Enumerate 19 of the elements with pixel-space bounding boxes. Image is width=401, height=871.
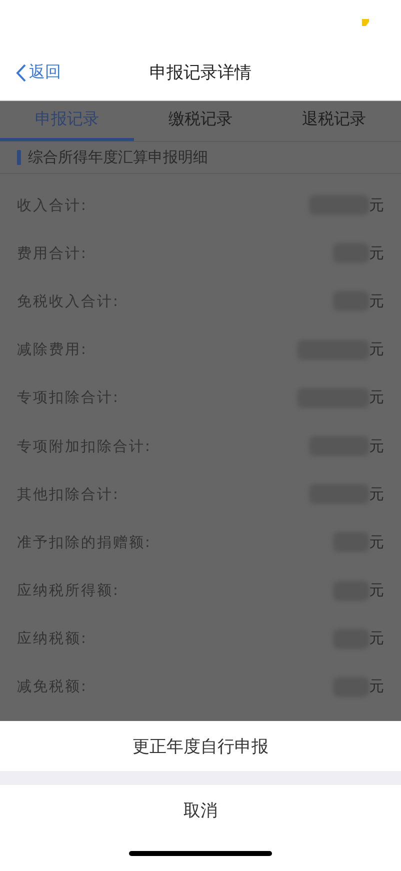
unit-label: 元 [369,629,384,648]
unit-label: 元 [369,436,384,456]
unit-label: 元 [369,388,384,408]
unit-label: 元 [369,244,384,263]
unit-label: 元 [369,292,384,311]
battery-icon [362,19,369,26]
unit-label: 元 [369,484,384,504]
unit-label: 元 [369,677,384,696]
page-title: 申报记录详情 [150,62,252,84]
back-button[interactable]: 返回 [0,62,61,83]
tab[interactable]: 缴税记录 [134,101,268,141]
unit-label: 元 [369,581,384,600]
unit-label: 元 [369,532,384,552]
back-icon [16,64,26,82]
unit-label: 元 [369,340,384,360]
unit-label: 元 [369,196,384,215]
section-marker [17,150,21,165]
tab[interactable]: 退税记录 [267,101,401,141]
section-title: 综合所得年度汇算申报明细 [28,148,208,167]
